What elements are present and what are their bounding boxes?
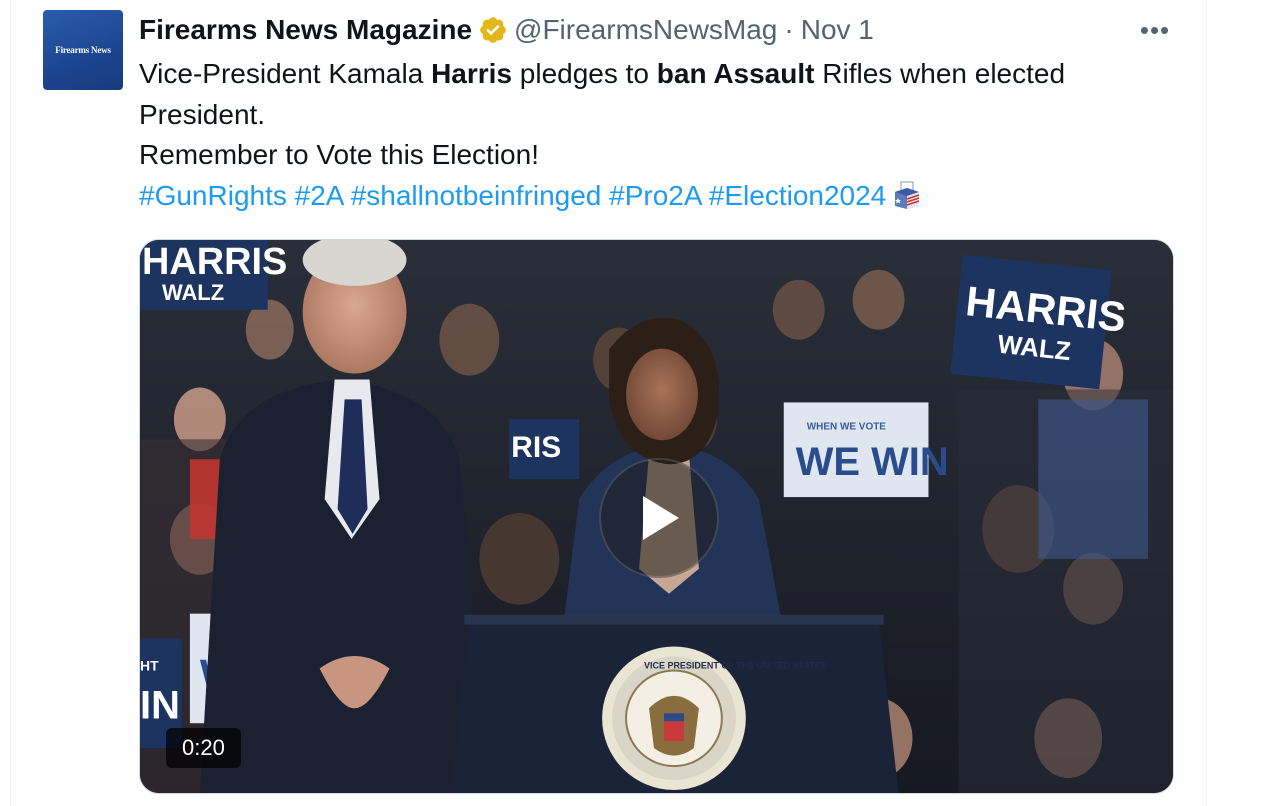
campaign-sign: HARRIS WALZ: [140, 240, 287, 310]
hashtag-link[interactable]: #2A: [295, 180, 343, 211]
tweet-date[interactable]: Nov 1: [801, 14, 874, 46]
podium: [451, 614, 899, 793]
campaign-sign: WHEN WE VOTE WE WIN: [783, 402, 949, 498]
text-segment: pledges to: [512, 58, 657, 89]
video-duration-badge: 0:20: [166, 728, 241, 768]
author-display-name[interactable]: Firearms News Magazine: [139, 14, 472, 46]
sign-text: WALZ: [162, 280, 224, 305]
hashtag-link[interactable]: #Pro2A: [609, 180, 701, 211]
tweet[interactable]: Firearms News Firearms News Magazine @Fi…: [11, 0, 1206, 806]
tweet-text: Vice-President Kamala Harris pledges to …: [139, 54, 1179, 216]
hashtag-link[interactable]: #GunRights: [139, 180, 287, 211]
verified-badge-icon[interactable]: [478, 15, 508, 45]
sign-text: HARRIS: [142, 241, 287, 283]
tweet-header: Firearms News Magazine @FirearmsNewsMag …: [139, 12, 874, 48]
sign-text: IN: [140, 683, 180, 727]
timeline-border-right: [1206, 0, 1207, 806]
hashtag-line: #GunRights #2A #shallnotbeinfringed #Pro…: [139, 176, 1179, 217]
seal-text: VICE PRESIDENT OF THE UNITED STATES: [644, 660, 827, 670]
play-button[interactable]: [599, 458, 719, 578]
sign-text: WHEN WE VOTE: [807, 421, 887, 432]
avatar-logo-text: Firearms News: [55, 45, 111, 55]
hashtag-link[interactable]: #Election2024: [709, 180, 886, 211]
avatar[interactable]: Firearms News: [43, 10, 123, 90]
author-handle[interactable]: @FirearmsNewsMag: [514, 14, 777, 46]
ballot-box-icon: [895, 181, 920, 209]
text-bold-segment: Harris: [431, 58, 513, 89]
sign-text: WE WIN: [796, 440, 949, 484]
tweet-text-line-3: Remember to Vote this Election!: [139, 139, 539, 170]
text-segment: Vice-President Kamala: [139, 58, 432, 89]
tweet-text-line-2: President.: [139, 98, 266, 130]
video-player[interactable]: HARRIS WALZ HARRIS WALZ WHEN WE VOTE WE …: [139, 239, 1174, 794]
more-horizontal-icon: •••: [1139, 14, 1171, 45]
text-segment: Rifles when elected: [814, 58, 1066, 89]
tweet-text-line-1: Vice-President Kamala Harris pledges to …: [139, 54, 1179, 95]
hashtag-link[interactable]: #shallnotbeinfringed: [351, 180, 602, 211]
text-bold-segment: ban Assault: [656, 58, 815, 89]
separator-dot: ·: [784, 14, 794, 45]
play-icon: [643, 496, 679, 540]
sign-text: RIS: [511, 431, 561, 464]
more-options-button[interactable]: •••: [1137, 14, 1173, 46]
sign-text: HT: [140, 657, 159, 673]
